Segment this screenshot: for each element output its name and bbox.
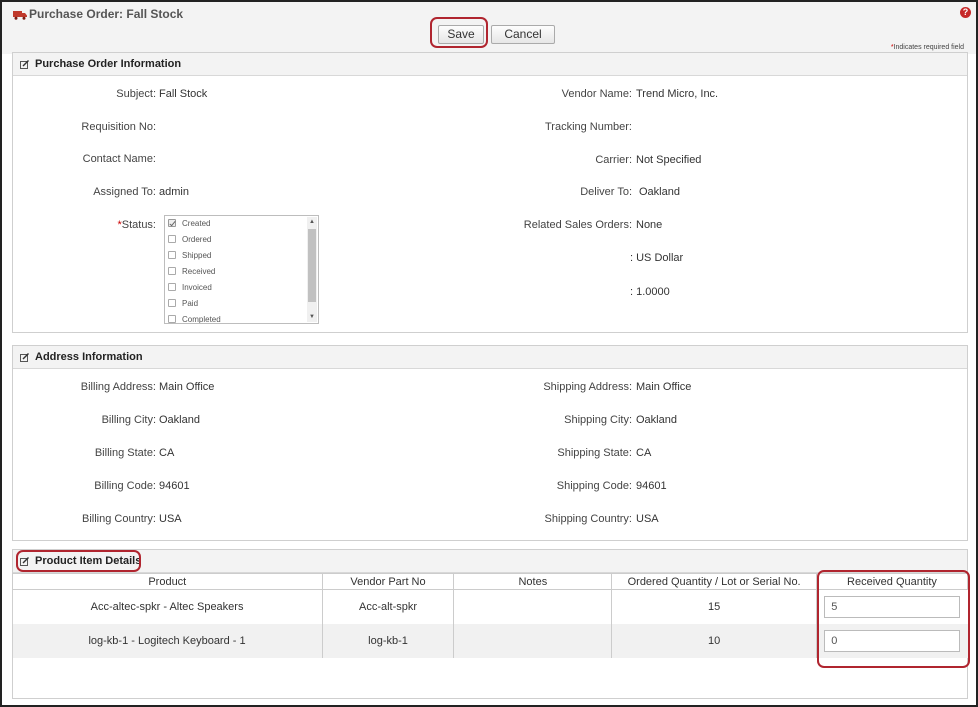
deliver-to-value: Oakland xyxy=(639,186,680,198)
contact-name-label: Contact Name: xyxy=(82,153,156,165)
conversion-rate-value: : 1.0000 xyxy=(630,286,670,298)
required-field-note: *Indicates required field xyxy=(891,44,964,51)
shipping-address-value: Main Office xyxy=(636,381,692,393)
status-option-received[interactable]: Received xyxy=(168,266,216,281)
assigned-to-label: Assigned To: xyxy=(93,186,156,198)
vendor-part-cell: log-kb-1 xyxy=(322,623,455,658)
related-sales-orders-label: Related Sales Orders: xyxy=(523,219,632,231)
collapse-edit-icon[interactable] xyxy=(20,353,29,362)
status-listbox[interactable]: Created Ordered Shipped Received Invoice… xyxy=(164,215,319,324)
column-header-vendor-part: Vendor Part No xyxy=(321,573,455,590)
shipping-country-label: Shipping Country: xyxy=(544,513,632,525)
billing-code-label: Billing Code: xyxy=(94,480,156,492)
vendor-name-label: Vendor Name: xyxy=(561,88,632,100)
shipping-country-value: USA xyxy=(636,513,659,525)
collapse-edit-icon[interactable] xyxy=(20,60,29,69)
status-option-invoiced[interactable]: Invoiced xyxy=(168,282,212,297)
tracking-number-label: Tracking Number: xyxy=(544,121,632,133)
status-option-created[interactable]: Created xyxy=(168,218,211,233)
checkbox[interactable] xyxy=(168,250,176,259)
status-option-ordered[interactable]: Ordered xyxy=(168,234,212,249)
product-title-highlight-callout xyxy=(16,550,141,572)
ordered-quantity-cell: 15 xyxy=(611,589,817,624)
status-label: *Status: xyxy=(117,219,156,231)
status-option-paid[interactable]: Paid xyxy=(168,298,199,313)
truck-icon xyxy=(13,11,27,20)
page-title: Purchase Order: Fall Stock xyxy=(29,7,184,21)
deliver-to-label: Deliver To: xyxy=(580,186,632,198)
po-info-header[interactable]: Purchase Order Information xyxy=(13,53,967,76)
po-info-title: Purchase Order Information xyxy=(35,58,182,70)
notes-cell xyxy=(453,623,613,658)
status-option-label: Invoiced xyxy=(182,283,212,292)
billing-country-label: Billing Country: xyxy=(82,513,156,525)
status-option-label: Paid xyxy=(182,299,199,308)
shipping-address-label: Shipping Address: xyxy=(543,381,632,393)
status-option-label: Received xyxy=(182,267,216,276)
billing-code-value: 94601 xyxy=(159,480,190,492)
billing-state-label: Billing State: xyxy=(94,447,156,459)
address-header[interactable]: Address Information xyxy=(13,346,967,369)
vendor-part-cell: Acc-alt-spkr xyxy=(322,589,455,624)
column-header-notes: Notes xyxy=(453,573,613,590)
status-scrollbar[interactable]: ▲ ▼ xyxy=(307,217,317,322)
required-note-text: Indicates required field xyxy=(893,44,964,51)
cancel-button[interactable]: Cancel xyxy=(491,25,555,44)
related-sales-orders-value: None xyxy=(636,219,663,231)
assigned-to-value: admin xyxy=(159,186,189,198)
question-icon[interactable]: ? xyxy=(960,7,971,18)
status-option-shipped[interactable]: Shipped xyxy=(168,250,212,265)
carrier-label: Carrier: xyxy=(595,154,632,166)
shipping-state-label: Shipping State: xyxy=(557,447,632,459)
received-quantity-highlight-callout xyxy=(817,570,970,668)
requisition-label: Requisition No: xyxy=(81,121,156,133)
vendor-name-value: Trend Micro, Inc. xyxy=(636,88,719,100)
carrier-value: Not Specified xyxy=(636,154,702,166)
billing-city-value: Oakland xyxy=(159,414,200,426)
shipping-city-value: Oakland xyxy=(636,414,677,426)
ordered-quantity-cell: 10 xyxy=(611,623,817,658)
product-cell: log-kb-1 - Logitech Keyboard - 1 xyxy=(12,623,323,658)
shipping-state-value: CA xyxy=(636,447,652,459)
shipping-code-label: Shipping Code: xyxy=(556,480,632,492)
checkbox[interactable] xyxy=(168,314,176,323)
status-option-label: Shipped xyxy=(182,251,212,260)
checkbox[interactable] xyxy=(168,234,176,243)
billing-city-label: Billing City: xyxy=(101,414,156,426)
billing-address-value: Main Office xyxy=(159,381,215,393)
shipping-city-label: Shipping City: xyxy=(564,414,632,426)
billing-state-value: CA xyxy=(159,447,175,459)
status-option-label: Created xyxy=(182,219,211,228)
status-option-label: Completed xyxy=(182,315,221,324)
checkbox[interactable] xyxy=(168,282,176,291)
subject-value: Fall Stock xyxy=(159,88,208,100)
notes-cell xyxy=(453,589,613,624)
address-section: Address Information xyxy=(12,345,968,541)
scroll-thumb[interactable] xyxy=(308,229,316,302)
status-label-text: Status: xyxy=(121,219,156,231)
billing-address-label: Billing Address: xyxy=(80,381,156,393)
currency-value: : US Dollar xyxy=(630,252,684,264)
scroll-up-arrow-icon[interactable]: ▲ xyxy=(308,217,316,227)
header-bar: Purchase Order: Fall Stock ? Save Cancel… xyxy=(2,2,976,54)
column-header-product: Product xyxy=(12,573,323,590)
column-header-ordered-quantity: Ordered Quantity / Lot or Serial No. xyxy=(611,573,817,590)
billing-country-value: USA xyxy=(159,513,182,525)
product-cell: Acc-altec-spkr - Altec Speakers xyxy=(12,589,323,624)
checkbox[interactable] xyxy=(168,266,176,275)
status-option-label: Ordered xyxy=(182,235,212,244)
shipping-code-value: 94601 xyxy=(636,480,667,492)
save-highlight-callout xyxy=(430,17,488,48)
checkbox[interactable] xyxy=(168,298,176,307)
scroll-down-arrow-icon[interactable]: ▼ xyxy=(308,312,316,322)
status-option-completed[interactable]: Completed xyxy=(168,314,221,324)
subject-label: Subject: xyxy=(116,88,156,100)
checkbox-checked[interactable] xyxy=(168,218,176,227)
address-title: Address Information xyxy=(35,351,143,363)
